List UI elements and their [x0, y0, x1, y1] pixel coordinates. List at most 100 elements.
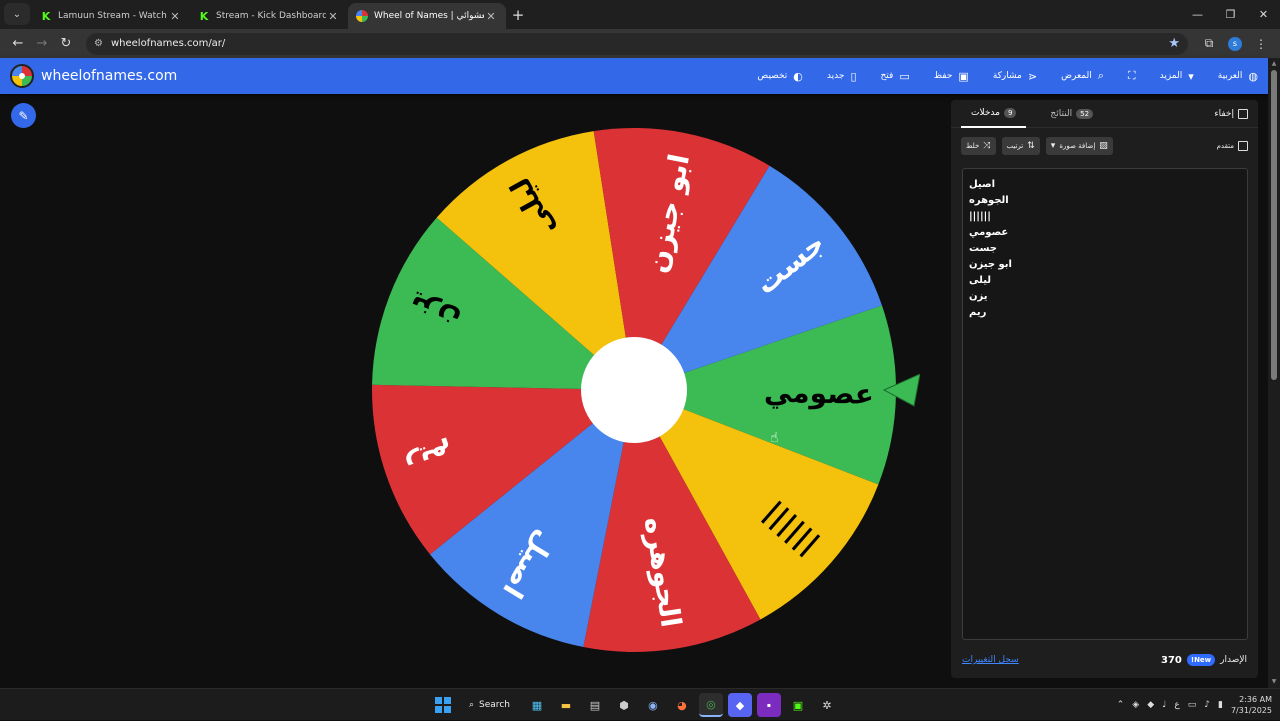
app-icon-next[interactable]: ▪	[756, 693, 781, 717]
menu-more[interactable]: ▾ المزيد	[1160, 70, 1194, 83]
menu-customize[interactable]: ◐ تخصيص	[757, 70, 802, 83]
close-icon[interactable]: ✕	[326, 10, 340, 23]
add-image-button[interactable]: ▨ إضافة صورة ▾	[1045, 137, 1113, 155]
list-item[interactable]: اصيل	[969, 177, 1241, 193]
menu-gallery[interactable]: ⌕ المعرض	[1061, 69, 1104, 83]
tab-search-chevron-icon[interactable]: ⌄	[4, 3, 30, 25]
list-item[interactable]: ليلى	[969, 273, 1241, 289]
hide-toggle[interactable]: إخفاء	[1214, 108, 1248, 119]
url-text[interactable]: wheelofnames.com/ar/	[111, 38, 1168, 49]
edit-pencil-button[interactable]: ✎	[11, 103, 36, 128]
battery-icon[interactable]: ▮	[1218, 700, 1223, 710]
advanced-checkbox[interactable]	[1238, 141, 1248, 151]
image-icon: ▨	[1099, 141, 1108, 151]
close-icon[interactable]: ✕	[484, 10, 498, 23]
caret-down-icon: ▾	[1188, 69, 1194, 83]
list-item[interactable]: جست	[969, 241, 1241, 257]
back-icon[interactable]: ←	[6, 32, 30, 56]
list-item[interactable]: ابو جيزن	[969, 257, 1241, 273]
pencil-icon: ✎	[18, 108, 29, 123]
discord-icon[interactable]: ◆	[727, 693, 752, 717]
menu-new[interactable]: ▯ جديد	[827, 70, 857, 83]
scroll-down-icon[interactable]: ▼	[1270, 678, 1278, 686]
wheel-hub[interactable]	[581, 337, 687, 443]
scrollbar-thumb[interactable]	[1271, 70, 1277, 380]
menu-share[interactable]: ⋖ مشاركة	[993, 70, 1037, 83]
brand-name: wheelofnames.com	[41, 68, 178, 84]
scroll-up-icon[interactable]: ▲	[1270, 60, 1278, 68]
shuffle-button[interactable]: ⤨ خلط	[961, 137, 996, 155]
extensions-icon[interactable]: ⧉	[1196, 32, 1222, 56]
tab-results[interactable]: 52 النتائج	[1040, 100, 1103, 128]
new-file-icon: ▯	[850, 69, 857, 83]
clock[interactable]: 2:36 AM 7/31/2025	[1231, 694, 1272, 716]
list-item[interactable]: ريم	[969, 305, 1241, 321]
profile-avatar[interactable]: s	[1222, 32, 1248, 56]
changelog-link[interactable]: سجل التغييرات	[962, 655, 1019, 665]
advanced-toggle[interactable]: متقدم	[1217, 141, 1248, 151]
app-icon[interactable]: ▤	[583, 693, 607, 717]
hand-cursor-icon: ☝	[770, 430, 779, 446]
wheel-logo-icon	[10, 64, 34, 88]
restore-icon[interactable]: ❐	[1214, 0, 1247, 29]
sort-label: ترتيب	[1006, 142, 1024, 150]
reload-icon[interactable]: ↻	[54, 32, 78, 56]
chrome-icon[interactable]: ◎	[698, 693, 723, 717]
clock-date: 7/31/2025	[1230, 706, 1272, 715]
tab-entries[interactable]: 9 مدخلات	[961, 100, 1027, 128]
file-explorer-icon[interactable]: ▬	[554, 693, 578, 717]
list-item[interactable]: الجوهره	[969, 193, 1241, 209]
browser-menu-icon[interactable]: ⋮	[1248, 32, 1274, 56]
share-icon: ⋖	[1027, 69, 1038, 83]
entries-textarea[interactable]: اصيل الجوهره |||||| عصومي جست ابو جيزن ل…	[962, 168, 1248, 640]
tray-shield-icon[interactable]: ◆	[1147, 700, 1154, 710]
list-item[interactable]: عصومي	[969, 225, 1241, 241]
avatar: s	[1228, 36, 1242, 51]
browser-tab-wheel-of-names[interactable]: Wheel of Names | عجلة الاسم العشوائي ✕	[348, 3, 506, 29]
language-indicator[interactable]: ع	[1174, 700, 1179, 710]
page-scrollbar[interactable]: ▲ ▼	[1268, 58, 1280, 688]
windows-start-icon[interactable]	[432, 694, 454, 716]
app-icon-green[interactable]: ▣	[786, 693, 810, 717]
store-icon[interactable]: ▦	[525, 693, 549, 717]
menu-save[interactable]: ▣ حفظ	[934, 70, 969, 83]
address-bar[interactable]: ⚙ wheelofnames.com/ar/ ★	[86, 32, 1188, 55]
new-tab-button[interactable]: +	[506, 3, 530, 27]
settings-gear-icon[interactable]: ✲	[815, 693, 839, 717]
minimize-icon[interactable]: —	[1181, 0, 1214, 29]
menu-fullscreen[interactable]: ⛶	[1128, 69, 1136, 83]
forward-icon[interactable]: →	[30, 32, 54, 56]
menu-label: حفظ	[933, 71, 953, 81]
taskbar-search[interactable]: ⌕ Search	[459, 694, 520, 716]
chevron-up-icon[interactable]: ⌃	[1117, 700, 1125, 710]
obs-icon[interactable]: ⬢	[612, 693, 636, 717]
tray-app-icon[interactable]: ◈	[1132, 700, 1139, 710]
menu-language[interactable]: ◍ العربية	[1218, 70, 1258, 83]
brand[interactable]: wheelofnames.com	[10, 64, 177, 88]
menu-open[interactable]: ▭ فتح	[881, 70, 910, 83]
list-item[interactable]: ||||||	[969, 209, 1241, 225]
wheel-container[interactable]: عصومي |||||| الجوهره اصيل ريم يزن ليلى ابو جيزن…	[360, 120, 921, 660]
bookmark-star-icon[interactable]: ★	[1168, 36, 1180, 51]
close-icon[interactable]: ✕	[168, 10, 182, 23]
firefox-icon[interactable]: ◕	[670, 693, 694, 717]
hide-checkbox[interactable]	[1238, 108, 1248, 119]
volume-icon[interactable]: ♪	[1204, 700, 1210, 710]
steam-icon[interactable]: ◉	[641, 693, 665, 717]
browser-tab-kick-dashboard[interactable]: K Stream - Kick Dashboard ✕	[190, 3, 348, 29]
sort-button[interactable]: ⇅ ترتيب	[1001, 137, 1040, 155]
version-info: الإصدار New! 370	[1161, 654, 1247, 666]
search-icon: ⌕	[1097, 69, 1104, 82]
spin-wheel[interactable]: عصومي||||||الجوهرهاصيلريميزنليلى ابو جيزن…	[360, 120, 921, 660]
site-info-icon[interactable]: ⚙	[94, 38, 103, 49]
microphone-icon[interactable]: ♩	[1162, 700, 1166, 710]
menu-label: المعرض	[1061, 71, 1092, 81]
network-icon[interactable]: ▭	[1188, 700, 1197, 710]
search-label: Search	[479, 700, 510, 710]
list-item[interactable]: يزن	[969, 289, 1241, 305]
browser-tab-lamuun[interactable]: K Lamuun Stream - Watch Live o ✕	[32, 3, 190, 29]
window-controls: — ❐ ✕	[1181, 0, 1280, 29]
close-window-icon[interactable]: ✕	[1247, 0, 1280, 29]
sort-icon: ⇅	[1027, 141, 1035, 151]
menu-label: تخصيص	[757, 71, 788, 81]
